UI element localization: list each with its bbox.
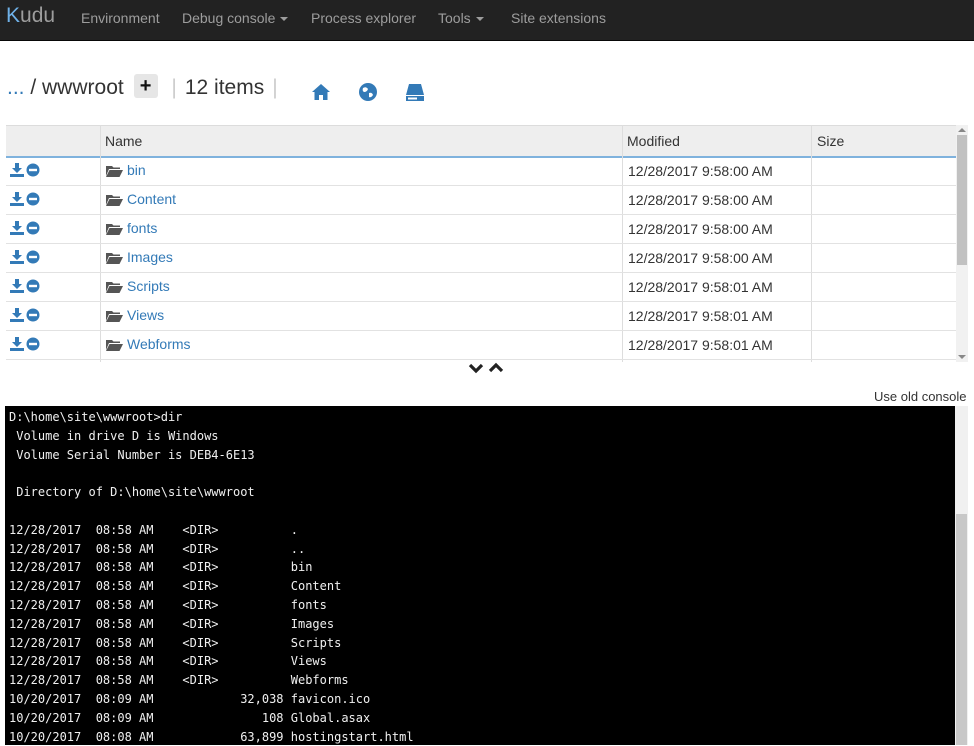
folder-open-icon <box>106 224 123 235</box>
nav-site-extensions[interactable]: Site extensions <box>511 10 606 26</box>
row-actions <box>10 250 50 267</box>
minus-circle-icon[interactable] <box>26 221 40 235</box>
row-actions <box>10 163 50 180</box>
nav-tools[interactable]: Tools <box>438 10 484 26</box>
minus-circle-icon[interactable] <box>26 192 40 206</box>
modified-date: 12/28/2017 9:58:01 AM <box>628 279 773 295</box>
download-icon[interactable] <box>10 221 24 235</box>
modified-date: 12/28/2017 9:58:00 AM <box>628 163 773 179</box>
console-output: D:\home\site\wwwroot>dir Volume in drive… <box>9 410 414 744</box>
table-row[interactable]: Content 12/28/2017 9:58:00 AM <box>6 186 956 215</box>
folder-open-icon <box>106 253 123 264</box>
column-header-modified[interactable]: Modified <box>627 133 680 149</box>
row-actions <box>10 279 50 296</box>
column-header-size[interactable]: Size <box>817 133 844 149</box>
file-name-text: Views <box>127 307 165 323</box>
file-name-link[interactable]: Images <box>106 249 173 265</box>
minus-circle-icon[interactable] <box>26 163 40 177</box>
file-name-link[interactable]: Scripts <box>106 278 170 294</box>
minus-circle-icon[interactable] <box>26 250 40 264</box>
file-name-link[interactable]: bin <box>106 162 146 178</box>
nav-environment-label: Environment <box>81 10 160 26</box>
folder-open-icon <box>106 311 123 322</box>
nav-site-extensions-label: Site extensions <box>511 10 606 26</box>
caret-down-icon <box>280 17 289 22</box>
console-scrollbar-thumb[interactable] <box>956 514 967 745</box>
breadcrumb-parent-link[interactable]: ... <box>7 76 25 99</box>
file-name-link[interactable]: Webforms <box>106 336 191 352</box>
file-table-header: Name Modified Size <box>6 125 956 158</box>
row-actions <box>10 308 50 325</box>
scrollbar-thumb[interactable] <box>957 135 967 265</box>
folder-open-icon <box>106 282 123 293</box>
file-name-link[interactable]: Views <box>106 307 164 323</box>
top-navbar: Kudu Environment Debug console Process e… <box>0 0 974 41</box>
breadcrumb-current-folder: / wwwroot <box>24 76 124 99</box>
download-icon[interactable] <box>10 192 24 206</box>
home-icon[interactable] <box>311 82 331 102</box>
breadcrumb-divider: | <box>272 76 278 99</box>
download-icon[interactable] <box>10 250 24 264</box>
file-table-scrollbar[interactable] <box>956 125 968 362</box>
file-name-link[interactable]: Content <box>106 191 176 207</box>
file-name-text: bin <box>127 162 146 178</box>
breadcrumb: ... / wwwroot + | 12 items | <box>7 74 286 106</box>
caret-down-icon <box>475 17 484 22</box>
modified-date: 12/28/2017 9:58:01 AM <box>628 308 773 324</box>
table-row[interactable]: Webforms 12/28/2017 9:58:01 AM <box>6 331 956 360</box>
chevron-up-icon <box>488 362 504 373</box>
drive-icon[interactable] <box>405 82 425 102</box>
item-count: 12 items <box>184 76 265 99</box>
table-row[interactable]: Images 12/28/2017 9:58:00 AM <box>6 244 956 273</box>
scroll-down-arrow-icon[interactable] <box>958 355 966 359</box>
file-name-text: Webforms <box>127 336 191 352</box>
row-actions <box>10 221 50 238</box>
modified-date: 12/28/2017 9:58:01 AM <box>628 337 773 353</box>
file-name-text: Images <box>127 249 173 265</box>
chevron-down-icon <box>468 363 484 374</box>
minus-circle-icon[interactable] <box>26 279 40 293</box>
download-icon[interactable] <box>10 279 24 293</box>
minus-circle-icon[interactable] <box>26 337 40 351</box>
debug-console[interactable]: D:\home\site\wwwroot>dir Volume in drive… <box>5 406 968 745</box>
nav-debug-console[interactable]: Debug console <box>182 10 289 26</box>
table-row[interactable]: bin 12/28/2017 9:58:00 AM <box>6 157 956 186</box>
folder-open-icon <box>106 166 123 177</box>
nav-environment[interactable]: Environment <box>81 10 160 26</box>
file-name-text: fonts <box>127 220 158 236</box>
logo-text: udu <box>20 4 56 27</box>
download-icon[interactable] <box>10 337 24 351</box>
file-name-text: Scripts <box>127 278 170 294</box>
column-header-name[interactable]: Name <box>105 133 142 149</box>
breadcrumb-divider: | <box>171 76 177 99</box>
table-row[interactable]: Scripts 12/28/2017 9:58:01 AM <box>6 273 956 302</box>
kudu-logo[interactable]: Kudu <box>6 4 55 28</box>
nav-tools-label: Tools <box>438 10 471 26</box>
nav-debug-console-label: Debug console <box>182 10 276 26</box>
folder-open-icon <box>106 340 123 351</box>
nav-process-explorer[interactable]: Process explorer <box>311 10 416 26</box>
logo-initial: K <box>6 4 21 27</box>
folder-open-icon <box>106 195 123 206</box>
file-name-link[interactable]: fonts <box>106 220 157 236</box>
download-icon[interactable] <box>10 163 24 177</box>
row-actions <box>10 192 50 209</box>
modified-date: 12/28/2017 9:58:00 AM <box>628 192 773 208</box>
nav-process-explorer-label: Process explorer <box>311 10 417 26</box>
console-scrollbar[interactable] <box>955 406 968 745</box>
file-table: Name Modified Size bin 12/28/2017 9:58:00… <box>6 125 968 362</box>
use-old-console-link[interactable]: Use old console <box>874 389 967 404</box>
add-item-button[interactable]: + <box>133 74 158 99</box>
file-name-text: Content <box>127 191 177 207</box>
row-actions <box>10 337 50 354</box>
scroll-up-arrow-icon[interactable] <box>958 128 966 132</box>
modified-date: 12/28/2017 9:58:00 AM <box>628 250 773 266</box>
table-row[interactable]: Views 12/28/2017 9:58:01 AM <box>6 302 956 331</box>
modified-date: 12/28/2017 9:58:00 AM <box>628 221 773 237</box>
pane-resize-handle[interactable] <box>468 361 506 375</box>
download-icon[interactable] <box>10 308 24 322</box>
minus-circle-icon[interactable] <box>26 308 40 322</box>
globe-icon[interactable] <box>358 82 378 102</box>
table-row[interactable]: fonts 12/28/2017 9:58:00 AM <box>6 215 956 244</box>
